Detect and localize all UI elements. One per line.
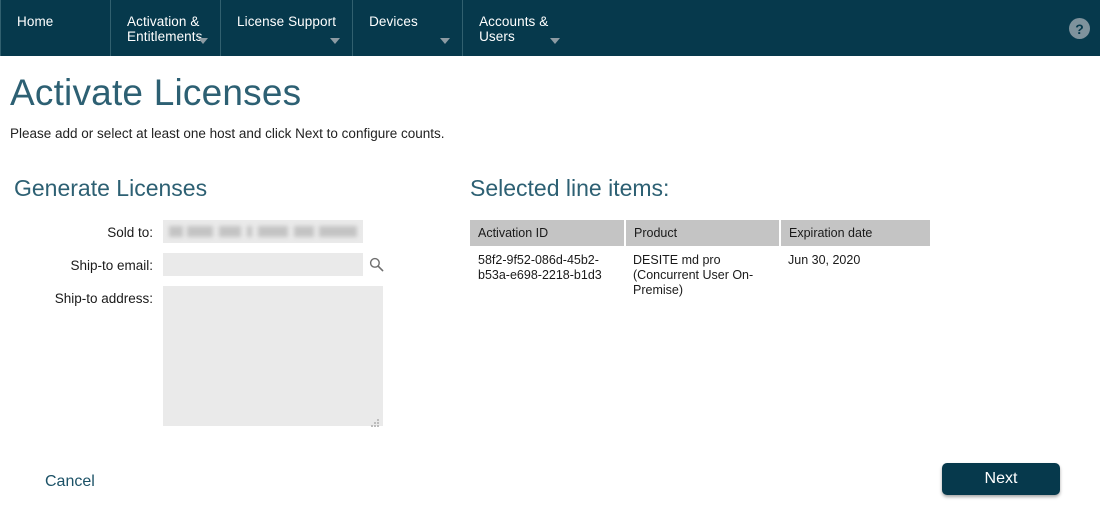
content-area: Generate Licenses Sold to: Ship-to email… xyxy=(0,175,1100,441)
ship-to-address-row: Ship-to address: xyxy=(0,286,470,431)
line-items-table: Activation ID Product Expiration date 58… xyxy=(470,220,930,305)
nav-item-license-support[interactable]: License Support xyxy=(220,0,352,56)
generate-licenses-panel: Generate Licenses Sold to: Ship-to email… xyxy=(0,175,470,441)
cell-activation-id: 58f2-9f52-086d-45b2-b53a-e698-2218-b1d3 xyxy=(478,253,602,282)
help-icon[interactable]: ? xyxy=(1069,18,1090,39)
next-button[interactable]: Next xyxy=(942,463,1060,495)
table-header-row: Activation ID Product Expiration date xyxy=(470,220,930,246)
footer-actions: Cancel Next xyxy=(0,455,1100,525)
nav-item-label: Activation & Entitlements xyxy=(127,14,203,44)
column-header-product: Product xyxy=(625,220,781,246)
selected-line-items-title: Selected line items: xyxy=(470,175,670,201)
nav-item-label: Home xyxy=(17,14,54,29)
generate-licenses-title: Generate Licenses xyxy=(14,175,208,201)
column-header-activation-id: Activation ID xyxy=(470,220,626,246)
selected-line-items-panel: Selected line items: Activation ID Produ… xyxy=(470,175,1100,441)
nav-item-label: Accounts & Users xyxy=(479,14,549,44)
nav-item-devices[interactable]: Devices xyxy=(352,0,462,56)
sold-to-field[interactable] xyxy=(163,220,363,243)
chevron-down-icon xyxy=(440,38,451,44)
chevron-down-icon xyxy=(330,38,341,44)
ship-to-address-label: Ship-to address: xyxy=(54,291,153,306)
chevron-down-icon xyxy=(550,38,561,44)
page-subtitle: Please add or select at least one host a… xyxy=(10,126,445,141)
ship-to-email-label: Ship-to email: xyxy=(70,258,153,273)
sold-to-row: Sold to: xyxy=(0,220,470,243)
nav-item-accounts-users[interactable]: Accounts & Users xyxy=(462,0,572,56)
ship-to-email-row: Ship-to email: xyxy=(0,253,470,276)
cell-product: DESITE md pro (Concurrent User On-Premis… xyxy=(633,253,754,297)
ship-to-address-textarea[interactable] xyxy=(163,286,383,426)
nav-item-label: License Support xyxy=(237,14,337,29)
ship-to-address-wrapper xyxy=(163,286,383,431)
table-row[interactable]: 58f2-9f52-086d-45b2-b53a-e698-2218-b1d3 … xyxy=(470,246,930,305)
chevron-down-icon xyxy=(198,38,208,44)
column-header-expiration-date: Expiration date xyxy=(780,220,930,246)
main-navigation: Home Activation & Entitlements License S… xyxy=(0,0,1100,56)
sold-to-label: Sold to: xyxy=(107,225,153,240)
nav-item-activation-entitlements[interactable]: Activation & Entitlements xyxy=(110,0,220,56)
cell-expiration-date: Jun 30, 2020 xyxy=(788,253,861,267)
nav-item-label: Devices xyxy=(369,14,418,29)
ship-to-email-input[interactable] xyxy=(163,253,363,276)
nav-item-home[interactable]: Home xyxy=(0,0,110,56)
cancel-button[interactable]: Cancel xyxy=(45,473,95,491)
search-icon[interactable] xyxy=(363,253,389,276)
page-title: Activate Licenses xyxy=(10,72,302,113)
